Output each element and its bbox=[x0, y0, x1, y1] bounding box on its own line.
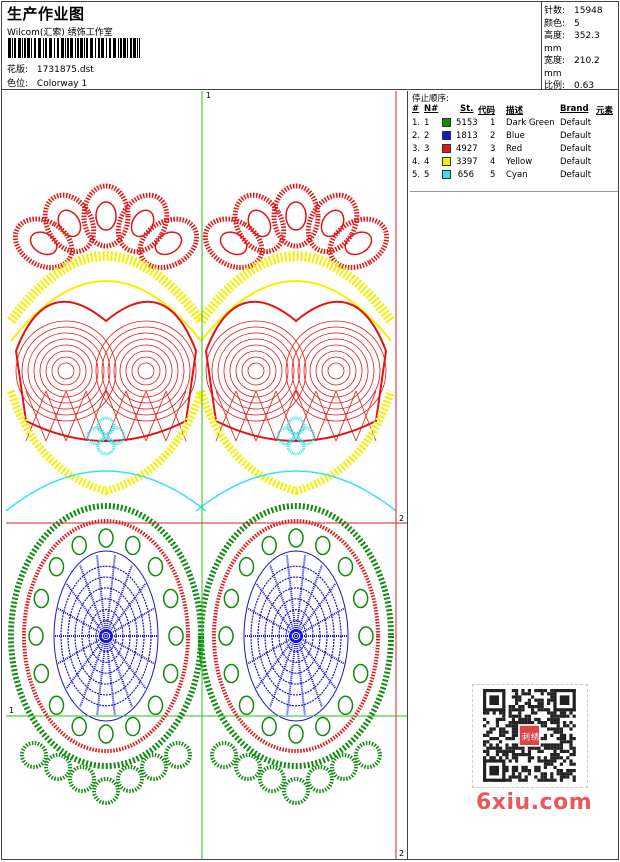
color-swatch bbox=[442, 157, 451, 166]
col-stitches: St. bbox=[460, 104, 474, 114]
row-description: Red bbox=[506, 144, 523, 154]
row-code: 5 bbox=[490, 170, 496, 180]
row-brand: Default bbox=[560, 144, 592, 154]
production-sheet: 生产作业图 Wilcom(汇索) 绣饰工作室 花版: 1731875.dst 色… bbox=[1, 1, 619, 860]
row-code: 3 bbox=[490, 144, 496, 154]
row-number: 1 bbox=[424, 118, 430, 128]
row-stitches: 4927 bbox=[456, 144, 478, 154]
stat-height: 高度: 352.3 mm bbox=[544, 31, 600, 54]
row-brand: Default bbox=[560, 118, 592, 128]
stat-colors: 颜色: 5 bbox=[544, 18, 580, 29]
embroidery-design-preview: 1 2 1 2 bbox=[6, 91, 408, 859]
stop-sequence-title: 停止顺序: bbox=[412, 94, 449, 104]
stop-row: 5. 5 656 5 Cyan Default bbox=[410, 170, 618, 183]
header-block: 生产作业图 Wilcom(汇索) 绣饰工作室 花版: 1731875.dst 色… bbox=[2, 2, 542, 90]
row-code: 1 bbox=[490, 118, 496, 128]
watermark-site: 6xiu.com bbox=[476, 790, 593, 815]
color-swatch bbox=[442, 118, 451, 127]
col-index: # bbox=[412, 104, 420, 114]
file-name-line: 花版: 1731875.dst bbox=[7, 62, 94, 75]
qr-code: 刺绣 bbox=[472, 684, 588, 788]
barcode bbox=[8, 38, 140, 58]
row-description: Blue bbox=[506, 131, 525, 141]
colorway-value: Colorway 1 bbox=[36, 79, 88, 89]
row-brand: Default bbox=[560, 157, 592, 167]
stop-sequence-panel: 停止顺序: # N# St. 代码 描述 Brand 元素 1. 1 5153 … bbox=[410, 91, 618, 192]
row-description: Cyan bbox=[506, 170, 528, 180]
stats-block: 针数: 15948 颜色: 5 高度: 352.3 mm 宽度: 210.2 mm 比例… bbox=[542, 2, 618, 91]
row-stitches: 656 bbox=[457, 170, 474, 180]
stat-width: 宽度: 210.2 mm bbox=[544, 56, 600, 79]
row-code: 2 bbox=[490, 131, 496, 141]
colorway-line: 色位: Colorway 1 bbox=[7, 76, 87, 89]
stop-row: 2. 2 1813 2 Blue Default bbox=[410, 131, 618, 144]
qr-stamp-char: 绣 bbox=[531, 732, 539, 742]
col-brand: Brand bbox=[560, 104, 589, 114]
color-swatch bbox=[442, 144, 451, 153]
stop-row: 1. 1 5153 1 Dark Green Default bbox=[410, 118, 618, 131]
row-index: 1. bbox=[412, 118, 421, 128]
stat-stitches: 针数: 15948 bbox=[544, 6, 603, 16]
sheet-title: 生产作业图 bbox=[7, 5, 85, 23]
row-number: 4 bbox=[424, 157, 430, 167]
row-description: Yellow bbox=[506, 157, 533, 167]
software-subtitle: Wilcom(汇索) 绣饰工作室 bbox=[7, 28, 113, 38]
col-element: 元素 bbox=[596, 106, 614, 116]
color-swatch bbox=[442, 170, 451, 179]
row-stitches: 3397 bbox=[456, 157, 478, 167]
col-number: N# bbox=[424, 104, 439, 114]
row-index: 2. bbox=[412, 131, 421, 141]
row-stitches: 5153 bbox=[456, 118, 478, 128]
row-number: 3 bbox=[424, 144, 430, 154]
guide-marker-right: 2 bbox=[399, 514, 404, 523]
row-index: 3. bbox=[412, 144, 421, 154]
row-number: 2 bbox=[424, 131, 430, 141]
file-value: 1731875.dst bbox=[36, 65, 94, 75]
col-code: 代码 bbox=[478, 106, 496, 116]
row-brand: Default bbox=[560, 131, 592, 141]
stop-row: 3. 3 4927 3 Red Default bbox=[410, 144, 618, 157]
guide-marker-bottom: 2 bbox=[399, 849, 404, 858]
stop-row: 4. 4 3397 4 Yellow Default bbox=[410, 157, 618, 170]
file-label: 花版: bbox=[7, 65, 29, 75]
row-number: 5 bbox=[424, 170, 430, 180]
embroidery-artwork: 1 2 1 2 bbox=[6, 91, 407, 859]
row-description: Dark Green bbox=[506, 118, 555, 128]
row-brand: Default bbox=[560, 170, 592, 180]
col-description: 描述 bbox=[506, 106, 524, 116]
row-index: 4. bbox=[412, 157, 421, 167]
qr-stamp-char: 刺 bbox=[522, 733, 530, 742]
row-code: 4 bbox=[490, 157, 496, 167]
row-index: 5. bbox=[412, 170, 421, 180]
colorway-label: 色位: bbox=[7, 79, 29, 89]
guide-marker-top: 1 bbox=[206, 91, 211, 100]
color-swatch bbox=[442, 131, 451, 140]
guide-marker-left: 1 bbox=[9, 706, 14, 715]
row-stitches: 1813 bbox=[456, 131, 478, 141]
